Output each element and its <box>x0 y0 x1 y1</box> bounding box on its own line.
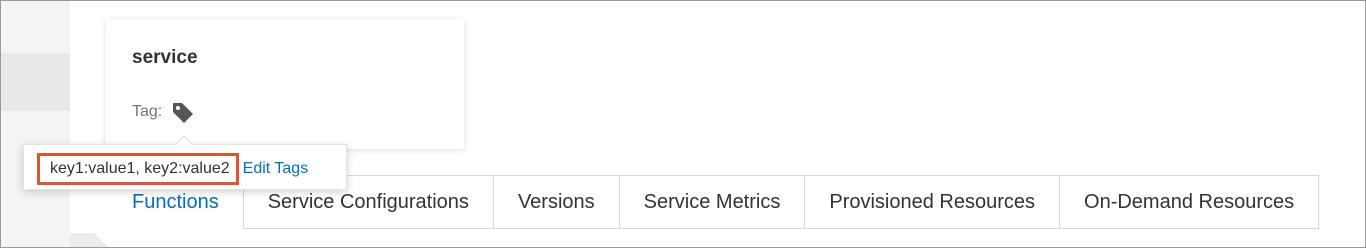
service-title: service <box>132 47 198 68</box>
sidebar-selected-band <box>1 53 70 111</box>
popover-content: key1:value1, key2:value2 Edit Tags <box>36 153 308 185</box>
left-sidebar <box>1 1 70 247</box>
tab-provisioned-resources[interactable]: Provisioned Resources <box>805 175 1061 229</box>
tab-versions[interactable]: Versions <box>493 175 620 229</box>
window-frame: service Tag: Functions Service Configura… <box>0 0 1366 248</box>
service-card: service Tag: <box>106 19 464 149</box>
tag-values-text: key1:value1, key2:value2 <box>37 153 239 185</box>
decorative-corner <box>70 233 110 247</box>
tag-row: Tag: <box>132 99 196 125</box>
tag-label: Tag: <box>132 103 163 120</box>
edit-tags-link[interactable]: Edit Tags <box>243 160 309 178</box>
tag-icon[interactable] <box>170 99 196 125</box>
tab-on-demand-resources[interactable]: On-Demand Resources <box>1060 175 1320 229</box>
tag-popover: key1:value1, key2:value2 Edit Tags <box>23 135 347 190</box>
tab-service-metrics[interactable]: Service Metrics <box>619 175 806 229</box>
